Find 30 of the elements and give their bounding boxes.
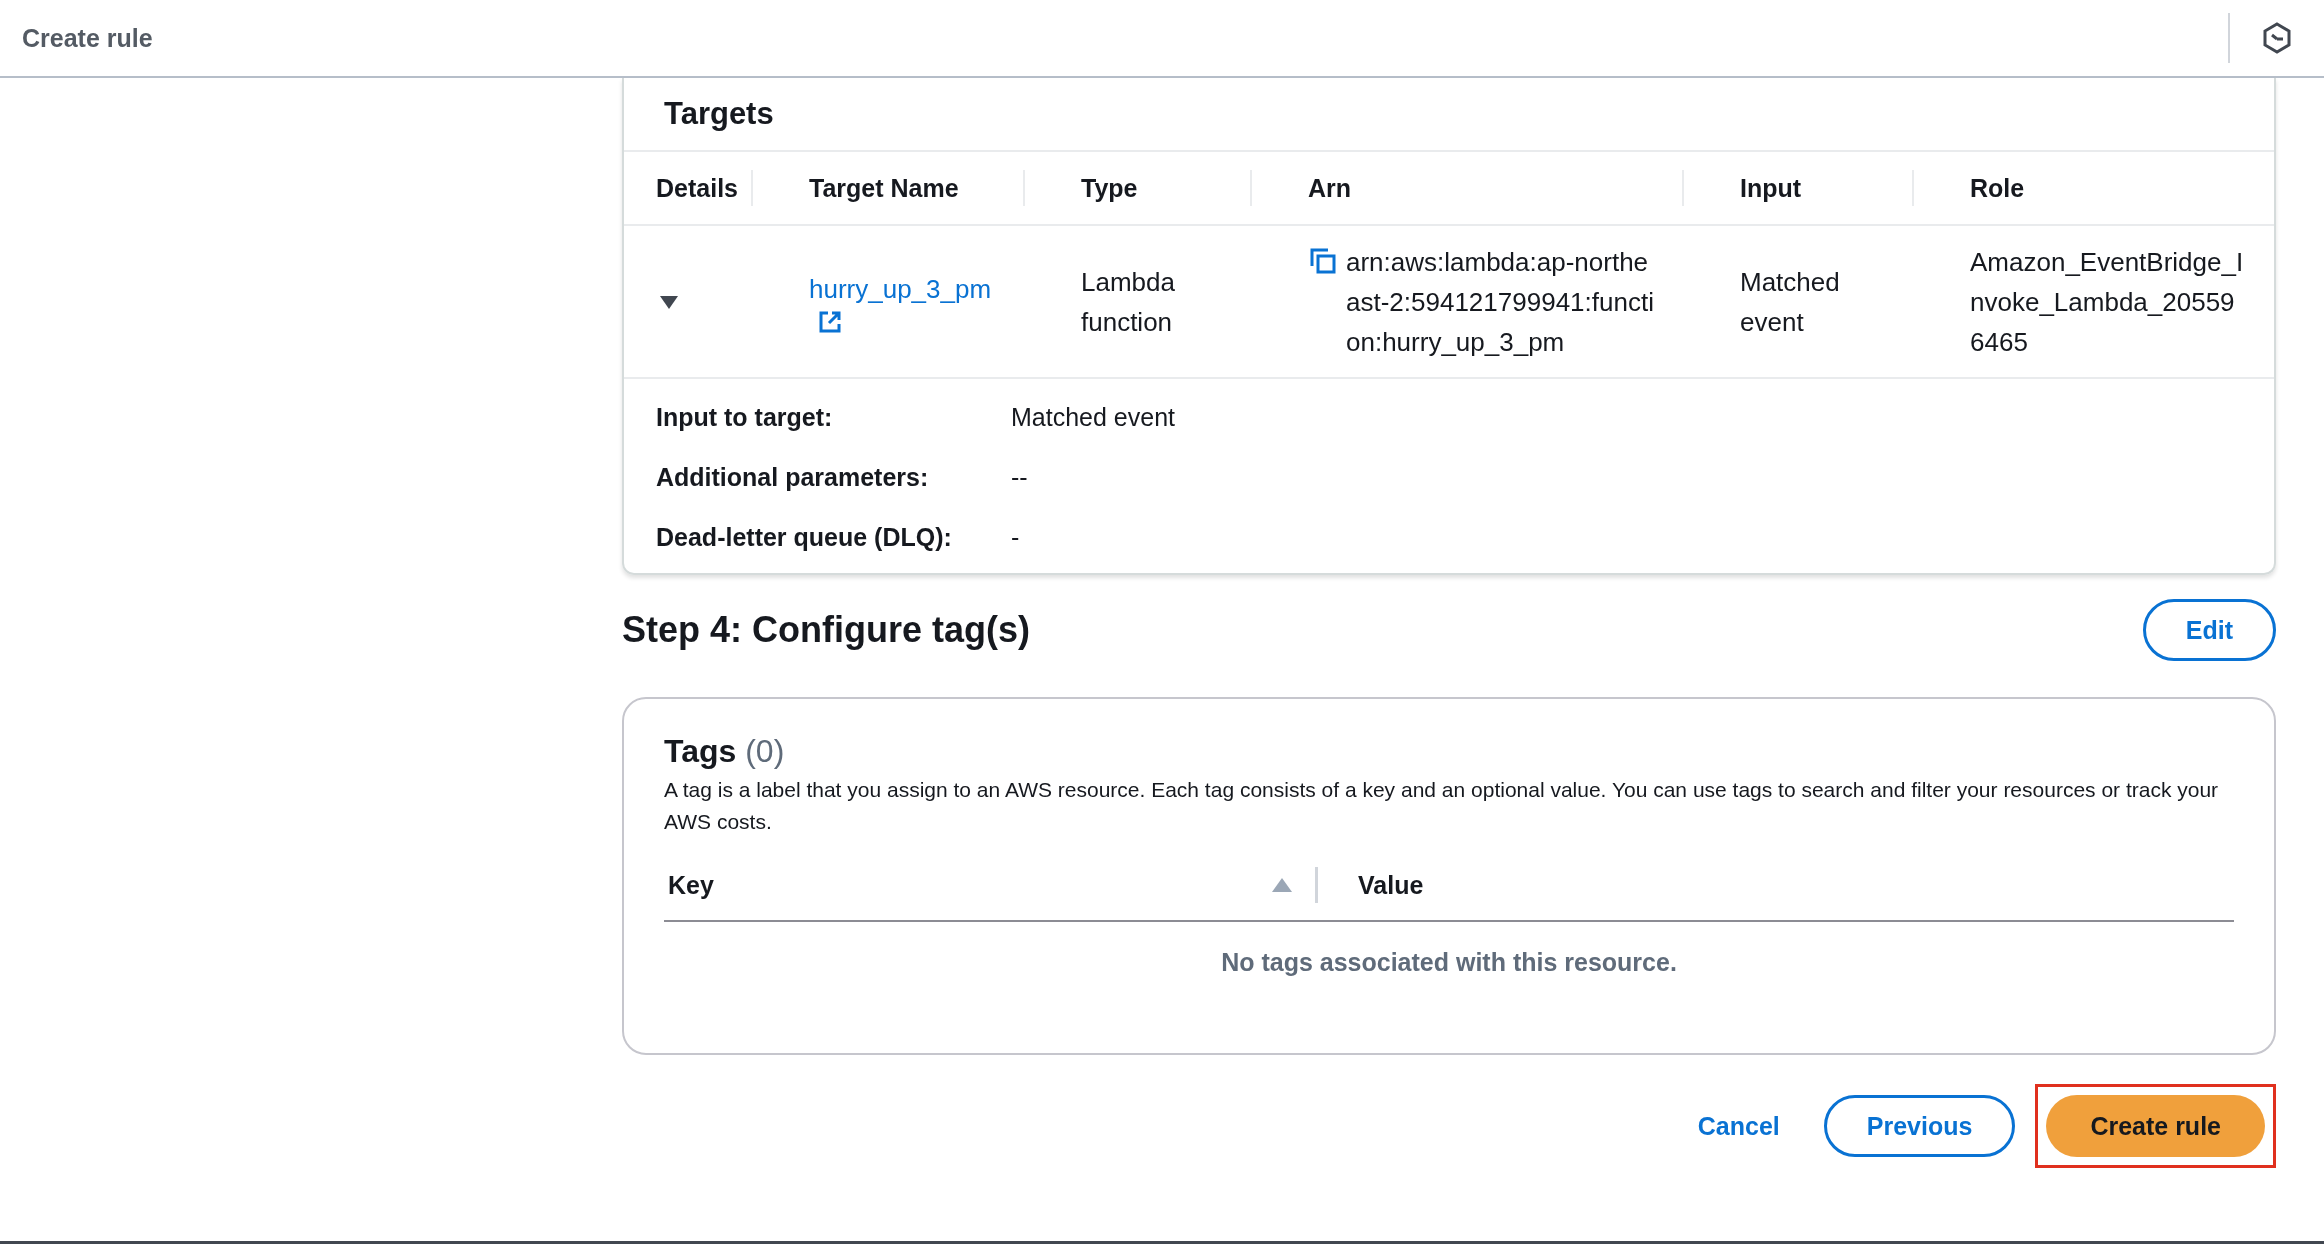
- table-cell-text: Lambda function: [1081, 265, 1176, 339]
- detail-value: Matched event: [1011, 402, 1176, 433]
- table-cell-text: Amazon_EventBridge_Invoke_Lambda_205596465: [1970, 245, 2245, 359]
- detail-label: Dead-letter queue (DLQ):: [656, 522, 953, 553]
- detail-value: -: [1011, 522, 1021, 553]
- column-header: Target Name: [777, 150, 1049, 226]
- table-cell-text: Matched event: [1740, 265, 1841, 339]
- column-header: Details: [624, 150, 777, 226]
- cancel-button[interactable]: Cancel: [1673, 1095, 1804, 1157]
- column-header: Key: [668, 870, 715, 900]
- create-rule-button[interactable]: Create rule: [2046, 1095, 2265, 1157]
- detail-label: Additional parameters:: [656, 462, 930, 493]
- arn-text: arn:aws:lambda:ap-northeast-2:594121799941:function:hurry_up_3_pm: [1346, 245, 1655, 359]
- column-header: Input: [1708, 150, 1938, 226]
- column-header: Value: [1358, 870, 1424, 900]
- tags-description: A tag is a label that you assign to an AWS resource. Each tag consists of a key and an optional value. You can use tags to search and filter your resources or track your AWS costs.: [664, 777, 2220, 835]
- tags-heading: Tags (0): [664, 733, 786, 770]
- previous-button[interactable]: Previous: [1823, 1095, 2016, 1157]
- targets-heading: Targets: [663, 95, 775, 133]
- edit-button[interactable]: Edit: [2142, 599, 2276, 661]
- target-name-link[interactable]: hurry_up_3_pm: [809, 268, 992, 309]
- step-heading: Step 4: Configure tag(s): [622, 609, 1030, 651]
- detail-label: Input to target:: [656, 402, 834, 433]
- column-header: Role: [1938, 150, 2274, 226]
- column-header: Type: [1049, 150, 1276, 226]
- column-header: Arn: [1276, 150, 1708, 226]
- page-title: Create rule: [22, 23, 154, 53]
- sort-icon[interactable]: [1271, 877, 1293, 893]
- empty-message: No tags associated with this resource.: [1220, 948, 1678, 977]
- detail-value: --: [1011, 462, 1029, 493]
